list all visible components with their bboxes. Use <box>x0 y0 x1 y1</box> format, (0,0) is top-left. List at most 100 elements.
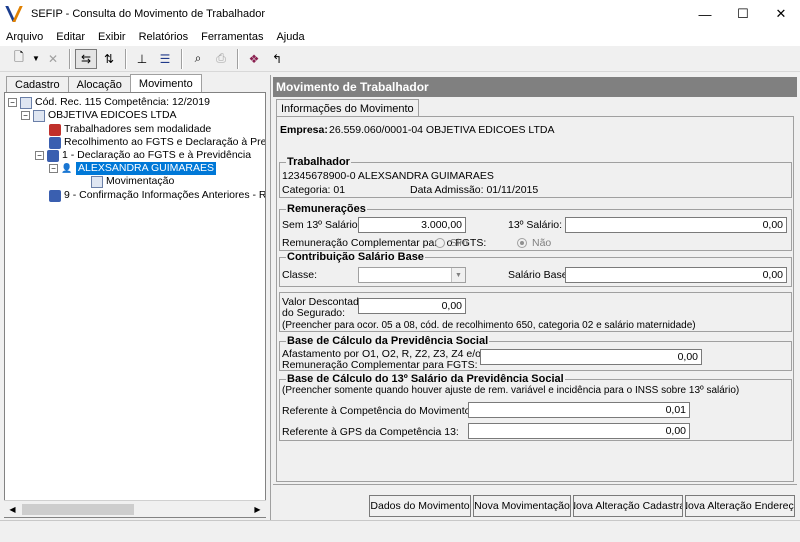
window-title: SEFIP - Consulta do Movimento de Trabalh… <box>31 8 265 20</box>
group-contribuicao: Contribuição Salário Base Classe: ▼ Salá… <box>279 251 792 287</box>
radio-nao[interactable] <box>517 238 527 248</box>
find-icon[interactable]: ⌕ <box>187 49 209 69</box>
trabalhador-line: 12345678900-0 ALEXSANDRA GUIMARAES <box>282 170 494 182</box>
gps-label: Referente à GPS da Competência 13: <box>282 426 459 438</box>
minimize-button[interactable]: — <box>686 0 724 28</box>
chevron-down-icon[interactable]: ▼ <box>451 268 465 282</box>
maximize-button[interactable]: ☐ <box>724 0 762 28</box>
tab-movimento[interactable]: Movimento <box>129 74 202 92</box>
book-icon <box>47 149 59 162</box>
tree-node-root[interactable]: − Cód. Rec. 115 Competência: 12/2019 <box>8 96 210 109</box>
sem13-input[interactable]: 3.000,00 <box>358 217 466 233</box>
sort-icon[interactable]: ⇅ <box>98 49 120 69</box>
salario-base-input[interactable]: 0,00 <box>565 267 787 283</box>
group-valor-descontado: Valor Descontado do Segurado: 0,00 (Pree… <box>279 292 792 332</box>
empresa-label: Empresa: <box>280 124 328 136</box>
radio-sim-label: Sim <box>450 237 469 249</box>
title-bar: SEFIP - Consulta do Movimento de Trabalh… <box>0 0 800 28</box>
close-button[interactable]: ✕ <box>762 0 800 28</box>
scroll-right-icon[interactable]: ▶ <box>249 501 266 518</box>
tree-view-icon[interactable]: ⇆ <box>75 48 97 69</box>
bottom-button-bar: Dados do Movimento Nova Movimentação Nov… <box>273 484 797 520</box>
company-building-icon <box>33 109 45 122</box>
categoria-text: Categoria: 01 <box>282 184 346 196</box>
group-remuneracoes: Remunerações Sem 13º Salário: 3.000,00 1… <box>279 203 792 251</box>
tree-node-declaracao[interactable]: − 1 - Declaração ao FGTS e à Previdência <box>35 149 251 162</box>
dropdown-icon[interactable]: ▼ <box>31 49 41 69</box>
right-panel: Movimento de Trabalhador Informações do … <box>270 75 798 520</box>
group-base-13: Base de Cálculo do 13º Salário da Previd… <box>279 373 792 441</box>
help-arrow-icon[interactable]: ↰ <box>266 49 288 69</box>
base-calculo-input[interactable]: 0,00 <box>480 349 702 365</box>
group-contribuicao-title: Contribuição Salário Base <box>286 251 425 263</box>
tree-node-confirmation[interactable]: 9 - Confirmação Informações Anteriores -… <box>49 189 265 202</box>
menu-ajuda[interactable]: Ajuda <box>276 31 304 43</box>
group-remuneracoes-title: Remunerações <box>286 203 367 215</box>
competencia-input[interactable]: 0,01 <box>468 402 690 418</box>
company-icon[interactable]: ❖ <box>243 49 265 69</box>
scroll-thumb[interactable] <box>22 504 134 515</box>
status-bar <box>0 520 800 542</box>
dados-movimento-button[interactable]: Dados do Movimento <box>369 495 471 517</box>
collapse-icon[interactable]: − <box>21 111 30 120</box>
content-area: Empresa: 26.559.060/0001-04 OBJETIVA EDI… <box>276 116 794 482</box>
radio-sim[interactable] <box>435 238 445 248</box>
person-icon: 👤 <box>61 163 73 173</box>
base-13-note: (Preencher somente quando houver ajuste … <box>282 385 740 396</box>
menu-relatorios[interactable]: Relatórios <box>139 31 189 43</box>
book-icon <box>49 123 61 136</box>
menu-bar: Arquivo Editar Exibir Relatórios Ferrame… <box>0 28 800 46</box>
calendar-icon <box>20 96 32 109</box>
scroll-left-icon[interactable]: ◀ <box>4 501 21 518</box>
tab-cadastro[interactable]: Cadastro <box>6 76 69 92</box>
group-trabalhador-title: Trabalhador <box>286 156 351 168</box>
menu-exibir[interactable]: Exibir <box>98 31 126 43</box>
valor-descontado-label-2: do Segurado: <box>282 307 346 319</box>
nova-alteracao-cadastral-button[interactable]: Nova Alteração Cadastral <box>573 495 683 517</box>
printer-icon[interactable]: ⎙ <box>210 49 232 69</box>
valor-descontado-input[interactable]: 0,00 <box>358 298 466 314</box>
left-tabs: Cadastro Alocação Movimento <box>6 74 202 92</box>
sefip-logo-icon <box>7 6 23 22</box>
movement-icon <box>91 175 103 188</box>
tree-node-worker[interactable]: − 👤 ALEXSANDRA GUIMARAES <box>49 162 216 175</box>
tree-node-movement[interactable]: Movimentação <box>91 175 174 188</box>
empresa-value: 26.559.060/0001-04 OBJETIVA EDICOES LTDA <box>329 124 555 136</box>
tree-view[interactable]: − Cód. Rec. 115 Competência: 12/2019 − O… <box>4 92 266 518</box>
left-panel: Cadastro Alocação Movimento − Cód. Rec. … <box>0 72 268 520</box>
salario-base-label: Salário Base: <box>508 269 571 281</box>
delete-icon[interactable]: ✕ <box>42 49 64 69</box>
book-icon <box>49 136 61 149</box>
pin-icon[interactable]: ⊥ <box>131 49 153 69</box>
tree-node-recolhimento[interactable]: Recolhimento ao FGTS e Declaração à Pre <box>49 136 265 149</box>
menu-editar[interactable]: Editar <box>56 31 85 43</box>
group-trabalhador: Trabalhador 12345678900-0 ALEXSANDRA GUI… <box>279 156 792 198</box>
nova-movimentacao-button[interactable]: Nova Movimentação <box>473 495 571 517</box>
group-base-calculo: Base de Cálculo da Previdência Social Af… <box>279 335 792 371</box>
tree-node-workers[interactable]: Trabalhadores sem modalidade <box>49 123 211 136</box>
collapse-icon[interactable]: − <box>35 151 44 160</box>
tree-node-company[interactable]: − OBJETIVA EDICOES LTDA <box>21 109 177 122</box>
collapse-icon[interactable]: − <box>8 98 17 107</box>
s13-input[interactable]: 0,00 <box>565 217 787 233</box>
book-icon <box>49 189 61 202</box>
admissao-text: Data Admissão: 01/11/2015 <box>410 184 539 196</box>
sem13-label: Sem 13º Salário: <box>282 219 361 231</box>
nova-alteracao-endereco-button[interactable]: Nova Alteração Endereço <box>685 495 795 517</box>
tree-horizontal-scrollbar[interactable]: ◀ ▶ <box>4 500 266 517</box>
group-base-13-title: Base de Cálculo do 13º Salário da Previd… <box>286 373 565 385</box>
tab-informacoes-movimento[interactable]: Informações do Movimento <box>276 99 419 117</box>
panel-header: Movimento de Trabalhador <box>273 77 797 97</box>
collapse-icon[interactable]: − <box>49 164 58 173</box>
gps-input[interactable]: 0,00 <box>468 423 690 439</box>
base-calculo-label-2: Remuneração Complementar para FGTS: <box>282 359 478 371</box>
menu-arquivo[interactable]: Arquivo <box>6 31 43 43</box>
list-icon[interactable]: ☰ <box>154 49 176 69</box>
tab-alocacao[interactable]: Alocação <box>67 76 131 92</box>
valor-descontado-note: (Preencher para ocor. 05 a 08, cód. de r… <box>282 320 696 331</box>
new-doc-icon[interactable]: 🗋 <box>8 49 30 69</box>
menu-ferramentas[interactable]: Ferramentas <box>201 31 263 43</box>
group-base-calculo-title: Base de Cálculo da Previdência Social <box>286 335 490 347</box>
s13-label: 13º Salário: <box>508 219 563 231</box>
classe-select[interactable]: ▼ <box>358 267 466 283</box>
